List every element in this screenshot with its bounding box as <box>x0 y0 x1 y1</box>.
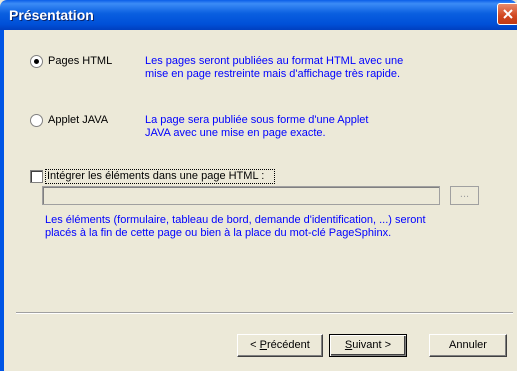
next-label: uivant > <box>352 339 392 351</box>
integrate-description-1: Les éléments (formulaire, tableau de bor… <box>45 214 426 226</box>
pages-html-description-2: mise en page restreinte mais d'affichage… <box>145 68 401 80</box>
separator-highlight <box>16 313 513 314</box>
previous-prefix: < <box>250 339 260 351</box>
next-button[interactable]: Suivant > <box>329 334 407 357</box>
integrate-label[interactable]: Intégrer les éléments dans une page HTML… <box>47 170 264 182</box>
html-page-path-field[interactable] <box>42 186 440 205</box>
integrate-checkbox[interactable] <box>30 170 43 183</box>
applet-java-description-1: La page sera publiée sous forme d'une Ap… <box>145 114 369 126</box>
applet-java-description-2: JAVA avec une mise en page exacte. <box>145 127 326 139</box>
close-icon[interactable] <box>497 3 517 25</box>
integrate-description-2: placés à la fin de cette page ou bien à … <box>45 227 392 239</box>
previous-label: récédent <box>267 339 310 351</box>
cancel-button[interactable]: Annuler <box>429 334 507 357</box>
dialog-content: Pages HTML Les pages seront publiées au … <box>4 30 517 371</box>
radio-selected-dot <box>34 59 39 64</box>
window-title: Présentation <box>9 7 94 23</box>
previous-mnemonic: P <box>259 339 267 351</box>
applet-java-radio[interactable] <box>30 114 43 127</box>
pages-html-label[interactable]: Pages HTML <box>48 55 112 67</box>
wizard-dialog: Présentation Pages HTML Les pages seront… <box>0 0 517 371</box>
pages-html-description-1: Les pages seront publiées au format HTML… <box>145 55 404 67</box>
pages-html-radio[interactable] <box>30 55 43 68</box>
previous-button[interactable]: < Précédent <box>237 334 323 357</box>
title-bar[interactable]: Présentation <box>0 0 517 30</box>
browse-button[interactable]: ... <box>450 186 479 205</box>
applet-java-label[interactable]: Applet JAVA <box>48 114 108 126</box>
